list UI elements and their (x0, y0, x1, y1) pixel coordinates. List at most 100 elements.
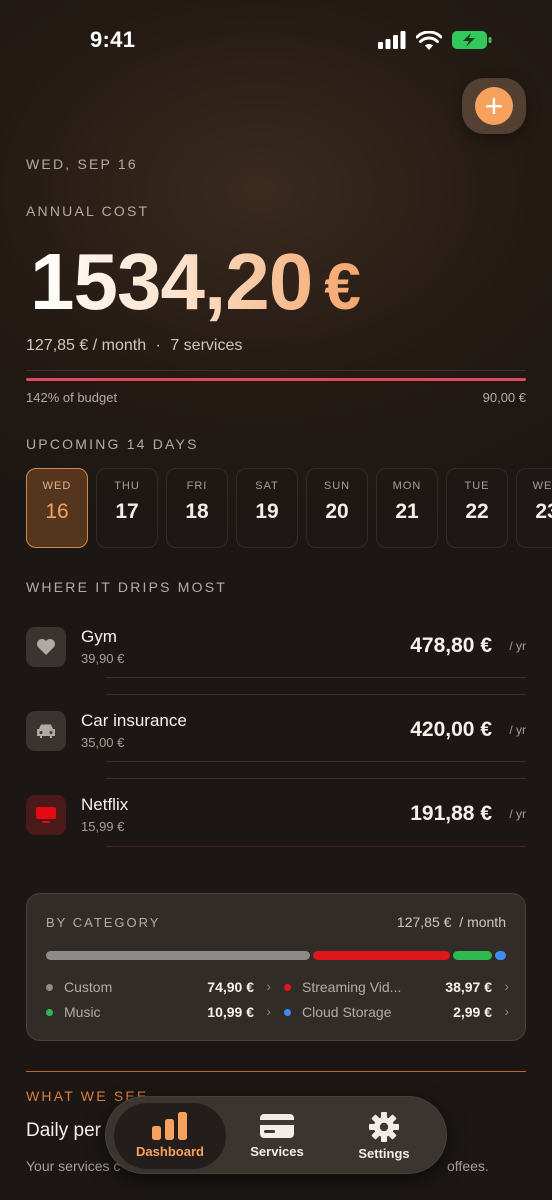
drips-label: WHERE IT DRIPS MOST (26, 579, 227, 595)
heart-icon (26, 627, 66, 667)
day-number: 19 (255, 500, 279, 523)
service-annual: 420,00 € (410, 718, 492, 741)
tab-label: Settings (358, 1146, 410, 1161)
row-divider (106, 694, 526, 695)
row-divider (106, 846, 526, 847)
category-item-cloud-storage[interactable]: Cloud Storage 2,99 € › (284, 1003, 509, 1024)
category-name: Custom (64, 979, 113, 995)
service-annual: 191,88 € (410, 802, 492, 825)
category-segment (313, 951, 450, 960)
category-item-streaming[interactable]: Streaming Vid... 38,97 € › (284, 978, 509, 999)
day-name: WED (532, 480, 552, 492)
signal-icon (378, 31, 406, 49)
wifi-icon (416, 30, 442, 50)
category-total: 127,85 € / month (397, 914, 506, 930)
service-monthly: 39,90 € (81, 651, 125, 666)
legend-dot (284, 984, 291, 991)
status-time: 9:41 (90, 27, 136, 52)
day-cell[interactable]: FRI 18 (166, 468, 228, 548)
day-cell-clip: WED 23 (516, 468, 552, 548)
category-segment (495, 951, 506, 960)
annual-cost-value: 1534,20 € (30, 236, 360, 328)
services-count: 7 services (170, 337, 243, 354)
category-name: Cloud Storage (302, 1004, 392, 1020)
category-name: Music (64, 1004, 101, 1020)
day-name: TUE (464, 480, 490, 492)
legend-dot (46, 1009, 53, 1016)
category-card[interactable]: BY CATEGORY 127,85 € / month Custom 74,9… (26, 893, 526, 1041)
budget-amount: 90,00 € (482, 390, 526, 405)
day-cell[interactable]: TUE 22 (446, 468, 508, 548)
service-row-gym[interactable]: Gym 39,90 € 478,80 € / yr (26, 626, 526, 684)
service-row-netflix[interactable]: Netflix 15,99 € 191,88 € / yr (26, 794, 526, 852)
day-cell[interactable]: SUN 20 (306, 468, 368, 548)
annual-cost-label: ANNUAL COST (26, 203, 150, 219)
tab-dashboard[interactable]: Dashboard (114, 1103, 226, 1169)
insight-body-end: offees. (447, 1158, 489, 1174)
chevron-right-icon: › (266, 978, 271, 994)
row-divider (106, 778, 526, 779)
annual-amount: 1534,20 (30, 237, 313, 326)
day-cell[interactable]: SAT 19 (236, 468, 298, 548)
budget-progress-bar (26, 378, 526, 381)
category-total-unit: / month (459, 914, 506, 930)
tab-services[interactable]: Services (221, 1103, 333, 1169)
day-name: MON (392, 480, 422, 492)
category-segment-bar (46, 951, 506, 960)
insight-title: Daily per (26, 1120, 101, 1141)
day-cell[interactable]: THU 17 (96, 468, 158, 548)
legend-dot (46, 984, 53, 991)
category-value: 2,99 € (453, 1004, 492, 1020)
day-cell[interactable]: WED 16 (26, 468, 88, 548)
current-date: WED, SEP 16 (26, 156, 138, 172)
upcoming-label: UPCOMING 14 DAYS (26, 436, 199, 452)
service-row-car-insurance[interactable]: Car insurance 35,00 € 420,00 € / yr (26, 710, 526, 768)
chevron-right-icon: › (266, 1003, 271, 1019)
tab-bar: Dashboard Services Settings (105, 1096, 447, 1174)
chevron-right-icon: › (504, 978, 509, 994)
add-service-button[interactable]: + (462, 78, 526, 134)
monthly-amount: 127,85 € (26, 337, 89, 354)
annual-currency: € (324, 249, 360, 323)
monthly-summary: 127,85 € / month · 7 services (26, 337, 242, 355)
service-name: Netflix (81, 795, 129, 814)
credit-card-icon (260, 1114, 294, 1138)
category-value: 38,97 € (445, 979, 492, 995)
plus-icon: + (475, 87, 513, 125)
service-monthly: 35,00 € (81, 735, 125, 750)
day-cell[interactable]: WED 23 (516, 468, 552, 548)
upcoming-days: WED 16 THU 17 FRI 18 SAT 19 SUN 20 MON 21 TUE 2… (26, 468, 508, 548)
row-divider (106, 677, 526, 678)
category-total-amount: 127,85 € (396, 914, 452, 930)
chevron-right-icon: › (504, 1003, 509, 1019)
category-segment (453, 951, 492, 960)
day-name: FRI (186, 480, 208, 492)
service-unit: / yr (509, 639, 526, 653)
category-value: 10,99 € (207, 1004, 254, 1020)
day-number: 21 (395, 500, 419, 523)
service-name: Car insurance (81, 711, 187, 730)
day-number: 16 (45, 500, 69, 523)
day-name: THU (114, 480, 140, 492)
day-name: SUN (323, 480, 351, 492)
car-icon (26, 711, 66, 751)
budget-percent: 142% of budget (26, 390, 118, 405)
day-name: WED (42, 480, 72, 492)
category-item-custom[interactable]: Custom 74,90 € › (46, 978, 271, 999)
service-name: Gym (81, 627, 117, 646)
category-segment (46, 951, 310, 960)
service-monthly: 15,99 € (81, 819, 125, 834)
battery-charging-icon (452, 31, 492, 49)
day-cell[interactable]: MON 21 (376, 468, 438, 548)
row-divider (106, 761, 526, 762)
tab-settings[interactable]: Settings (328, 1103, 440, 1169)
insight-body: Your services c (26, 1158, 121, 1174)
category-item-music[interactable]: Music 10,99 € › (46, 1003, 271, 1024)
category-title: BY CATEGORY (46, 915, 161, 930)
bar-chart-icon (152, 1112, 187, 1140)
divider (26, 370, 526, 371)
day-number: 17 (115, 500, 139, 523)
summary-separator: · (155, 337, 161, 354)
day-number: 18 (185, 500, 209, 523)
tab-label: Services (250, 1144, 304, 1159)
